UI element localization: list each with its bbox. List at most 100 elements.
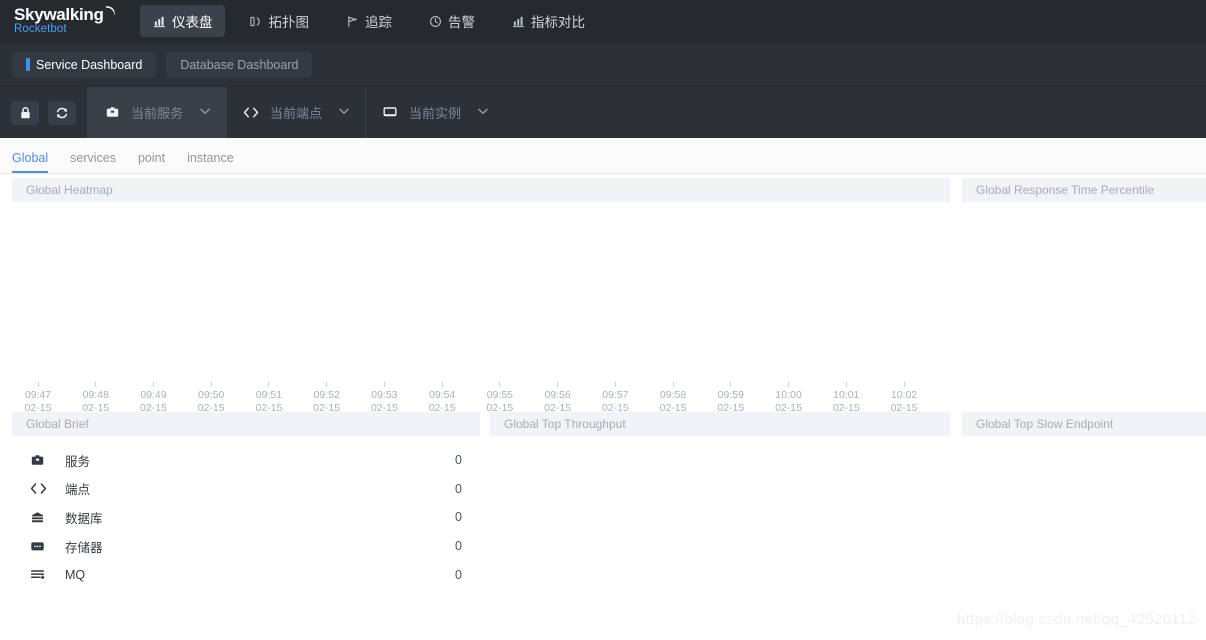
brief-value: 0 (455, 510, 462, 525)
active-indicator-icon (26, 58, 30, 71)
x-axis-tick: 10:02 02-15 (876, 382, 932, 415)
tick-mark-icon (614, 382, 616, 387)
panel-title: Global Top Throughput (490, 412, 950, 436)
lock-icon (19, 106, 32, 120)
dashboard-tab-label: Database Dashboard (180, 57, 299, 72)
database-icon (30, 510, 50, 525)
brief-row[interactable]: 端点 0 (12, 475, 480, 504)
selector-toolbar: 当前服务 当前端点 当前实例 (0, 86, 1206, 138)
tick-time-label: 09:58 (659, 389, 687, 401)
brief-label: 数据库 (65, 511, 103, 526)
dashboard-tab-label: Service Dashboard (36, 57, 143, 72)
tick-time-label: 09:57 (602, 389, 629, 401)
tab-instance[interactable]: instance (187, 151, 234, 174)
tab-services[interactable]: services (70, 151, 116, 174)
brief-value: 0 (455, 539, 462, 554)
chart-bar-icon (152, 14, 166, 28)
storage-icon (30, 540, 50, 553)
mq-icon (30, 568, 50, 581)
tick-time-label: 09:52 (313, 389, 340, 401)
panel-title: Global Brief (12, 412, 480, 436)
toolbar-icon-buttons (0, 87, 87, 138)
tick-mark-icon (903, 382, 905, 387)
tick-time-label: 09:51 (255, 389, 283, 401)
lock-button[interactable] (11, 100, 39, 125)
crescent-moon-icon (105, 4, 116, 17)
x-axis-tick: 09:50 02-15 (183, 382, 239, 415)
nav-item-trace[interactable]: 追踪 (333, 5, 404, 37)
tick-time-label: 10:00 (775, 389, 802, 401)
trace-icon (345, 14, 359, 28)
x-axis-tick: 09:57 02-15 (587, 382, 643, 415)
tab-point[interactable]: point (138, 151, 165, 174)
nav-item-alarm[interactable]: 告警 (416, 5, 487, 37)
tick-mark-icon (499, 382, 501, 387)
dashboard-tab-database[interactable]: Database Dashboard (166, 51, 313, 78)
endpoint-code-icon (243, 105, 259, 121)
panel-title: Global Heatmap (12, 178, 950, 202)
slow-endpoint-plot-area[interactable] (962, 436, 1206, 632)
tick-time-label: 10:01 (833, 389, 860, 401)
tick-mark-icon (326, 382, 328, 387)
tick-mark-icon (672, 382, 674, 387)
tick-mark-icon (788, 382, 790, 387)
brief-row[interactable]: 数据库 0 (12, 503, 480, 532)
tick-mark-icon (210, 382, 212, 387)
brief-row[interactable]: MQ 0 (12, 560, 480, 589)
brief-label: 服务 (65, 454, 91, 469)
app-logo[interactable]: Skywalking Rocketbot (14, 6, 118, 36)
brief-value: 0 (455, 567, 462, 582)
x-axis-tick: 09:55 02-15 (472, 382, 528, 415)
selector-current-instance[interactable]: 当前实例 (365, 87, 504, 138)
chevron-down-icon (339, 107, 349, 118)
refresh-button[interactable] (48, 100, 76, 125)
tick-mark-icon (730, 382, 732, 387)
brief-label: 端点 (65, 483, 91, 498)
tick-mark-icon (557, 382, 559, 387)
selector-current-endpoint[interactable]: 当前端点 (226, 87, 365, 138)
brief-row[interactable]: 服务 0 (12, 446, 480, 475)
tick-mark-icon (37, 382, 39, 387)
nav-label: 拓扑图 (268, 15, 310, 30)
brief-row[interactable]: 存储器 0 (12, 532, 480, 561)
brief-list: 服务 0 端点 0 数据库 0 存储器 0 MQ 0 (12, 436, 480, 589)
dashboard-tab-bar: Service Dashboard Database Dashboard (0, 42, 1206, 86)
tab-global[interactable]: Global (12, 151, 49, 173)
panel-global-heatmap: Global Heatmap (12, 178, 950, 406)
tick-mark-icon (152, 382, 154, 387)
x-axis-tick: 09:54 02-15 (414, 382, 470, 415)
service-icon (104, 105, 120, 121)
brief-label: 存储器 (65, 540, 103, 555)
panel-title: Global Top Slow Endpoint (962, 412, 1206, 436)
nav-label: 仪表盘 (172, 15, 213, 30)
tick-mark-icon (95, 382, 97, 387)
nav-item-topology[interactable]: 拓扑图 (237, 5, 322, 37)
tick-time-label: 09:59 (717, 389, 744, 401)
heatmap-plot-area[interactable] (12, 202, 950, 406)
dashboard-tab-service[interactable]: Service Dashboard (12, 51, 157, 78)
alarm-clock-icon (428, 14, 442, 28)
x-axis-tick: 09:48 02-15 (68, 382, 124, 415)
tick-time-label: 09:56 (544, 389, 571, 401)
panel-top-throughput: Global Top Throughput (490, 412, 950, 632)
panel-top-slow-endpoint: Global Top Slow Endpoint (962, 412, 1206, 632)
tick-mark-icon (268, 382, 270, 387)
tick-time-label: 09:50 (198, 389, 225, 401)
selector-current-service[interactable]: 当前服务 (87, 87, 227, 138)
x-axis-tick: 09:58 02-15 (645, 382, 701, 415)
compare-chart-icon (511, 14, 525, 28)
nav-item-compare[interactable]: 指标对比 (499, 5, 597, 37)
x-axis-tick: 09:49 02-15 (125, 382, 181, 415)
tick-mark-icon (383, 382, 385, 387)
x-axis-tick: 09:56 02-15 (530, 382, 586, 415)
panel-title: Global Response Time Percentile (962, 178, 1206, 202)
response-time-plot-area[interactable] (962, 202, 1206, 406)
nav-item-dashboard[interactable]: 仪表盘 (140, 5, 225, 37)
x-axis-tick: 09:53 02-15 (356, 382, 412, 415)
chevron-down-icon (478, 107, 488, 118)
x-axis-tick: 10:01 02-15 (818, 382, 874, 415)
x-axis-tick: 09:51 02-15 (241, 382, 297, 415)
nav-label: 告警 (448, 15, 475, 30)
throughput-plot-area[interactable] (490, 436, 950, 632)
brief-value: 0 (455, 481, 462, 496)
